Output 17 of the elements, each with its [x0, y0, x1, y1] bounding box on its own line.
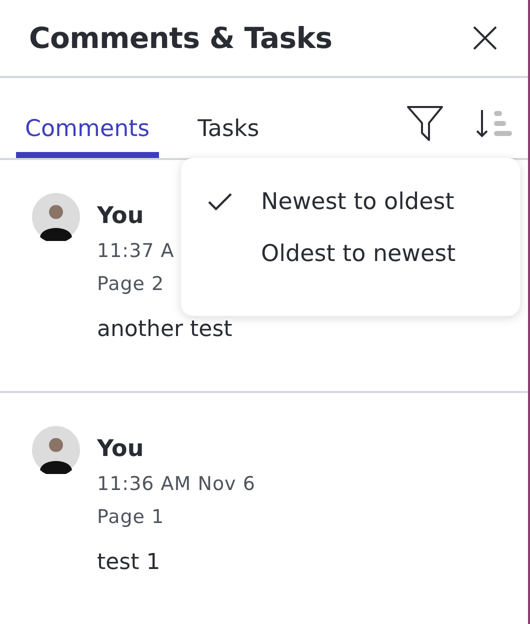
comment-time: 11:37 A: [97, 240, 176, 262]
page-label: Page 2: [97, 273, 166, 295]
close-icon[interactable]: [472, 25, 498, 51]
page-label: Page 1: [97, 506, 166, 528]
panel-title: Comments & Tasks: [29, 21, 332, 55]
tab[interactable]: Tasks: [188, 116, 268, 158]
avatar-icon: [32, 193, 80, 241]
check-icon: [207, 192, 233, 212]
comment-text: test 1: [97, 550, 162, 575]
author-name: You: [97, 436, 145, 462]
sort-icon[interactable]: [476, 108, 514, 138]
avatar-icon: [32, 426, 80, 474]
comment-time: 11:36 AM Nov 6: [97, 473, 256, 495]
filter-icon[interactable]: [406, 104, 444, 142]
author-name: You: [97, 203, 145, 229]
tab[interactable]: Comments: [16, 116, 159, 158]
comment-text: another test: [97, 317, 232, 342]
